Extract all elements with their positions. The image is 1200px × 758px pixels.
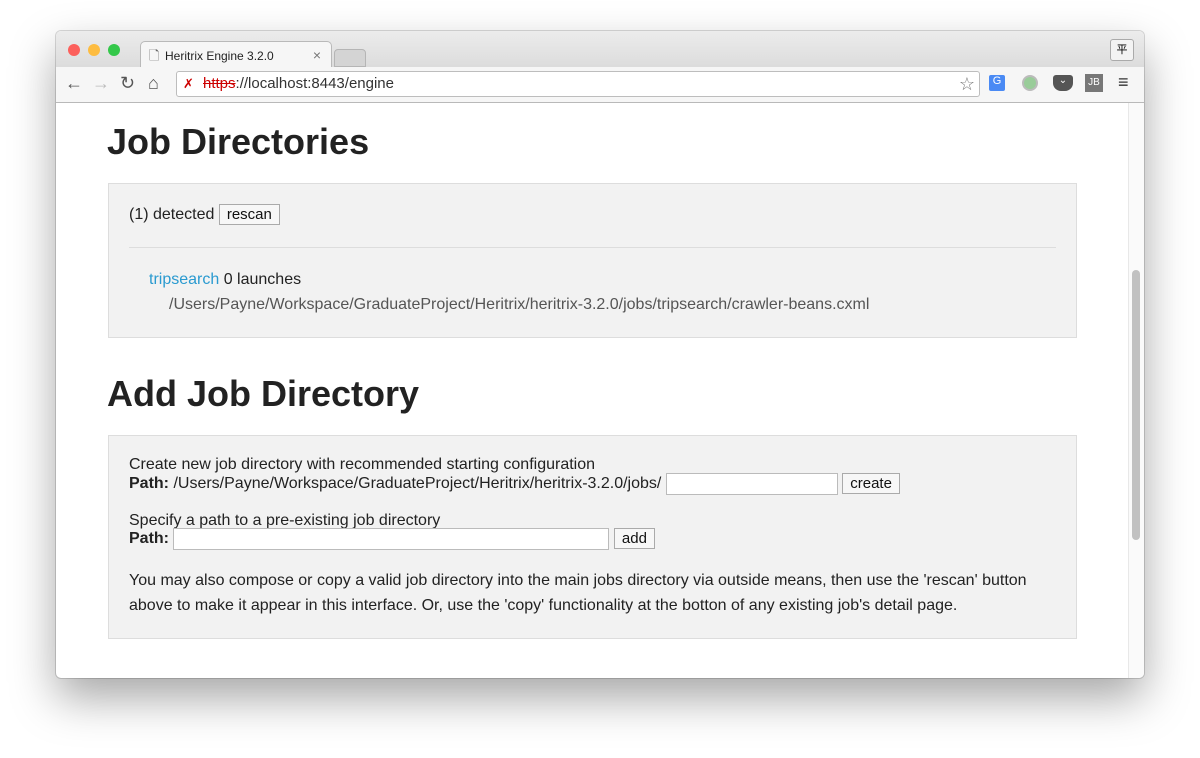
menu-icon[interactable]: ≡ — [1118, 72, 1129, 93]
existing-path-label: Path: — [129, 530, 169, 548]
input-method-button[interactable]: 平 — [1110, 39, 1134, 61]
add-job-directory-panel: Create new job directory with recommende… — [108, 435, 1077, 639]
page-content: Job Directories (1) detected rescan trip… — [56, 103, 1128, 678]
job-directories-panel: (1) detected rescan tripsearch 0 launche… — [108, 183, 1077, 338]
extension-circle-icon[interactable] — [1022, 75, 1038, 91]
help-note: You may also compose or copy a valid job… — [129, 572, 1027, 614]
browser-window: 🗋 Heritrix Engine 3.2.0 × 平 ← → ↻ ⌂ ✗ ht… — [56, 31, 1144, 678]
create-path-label: Path: — [129, 475, 169, 493]
browser-tab[interactable]: 🗋 Heritrix Engine 3.2.0 × — [140, 41, 332, 69]
bookmark-star-icon[interactable]: ☆ — [959, 72, 975, 96]
create-description: Create new job directory with recommende… — [129, 456, 596, 473]
job-launches: 0 launches — [223, 271, 302, 288]
page-icon: 🗋 — [149, 48, 160, 63]
add-job-directory-heading: Add Job Directory — [107, 373, 420, 414]
divider — [129, 247, 1056, 248]
jetbrains-icon[interactable]: JB — [1085, 74, 1103, 92]
close-window-button[interactable] — [68, 44, 80, 56]
new-job-name-input[interactable] — [665, 473, 838, 495]
detected-count: (1) detected — [129, 206, 215, 223]
vertical-scrollbar[interactable] — [1128, 103, 1144, 678]
reload-icon[interactable]: ↻ — [120, 73, 135, 94]
address-bar[interactable]: ✗ https://localhost:8443/engine ☆ — [176, 71, 980, 97]
close-tab-icon[interactable]: × — [313, 47, 321, 63]
scrollbar-thumb[interactable] — [1132, 270, 1140, 540]
tab-bar: 🗋 Heritrix Engine 3.2.0 × 平 — [56, 31, 1144, 69]
translate-icon[interactable]: G — [989, 75, 1005, 91]
pocket-icon[interactable]: ⌄ — [1053, 75, 1073, 91]
new-tab-button[interactable] — [334, 49, 366, 67]
job-directories-heading: Job Directories — [107, 121, 370, 162]
forward-icon[interactable]: → — [92, 73, 110, 94]
back-icon[interactable]: ← — [65, 73, 83, 94]
minimize-window-button[interactable] — [88, 44, 100, 56]
job-path: /Users/Payne/Workspace/GraduateProject/H… — [169, 296, 870, 313]
existing-path-input[interactable] — [173, 528, 610, 550]
url-text: ://localhost:8443/engine — [235, 75, 394, 92]
add-button[interactable]: add — [613, 528, 655, 550]
jobs-path-prefix: /Users/Payne/Workspace/GraduateProject/H… — [173, 475, 662, 493]
toolbar: ← → ↻ ⌂ ✗ https://localhost:8443/engine … — [56, 67, 1144, 103]
zoom-window-button[interactable] — [108, 44, 120, 56]
tab-title: Heritrix Engine 3.2.0 — [165, 49, 274, 63]
insecure-lock-icon: ✗ — [183, 76, 194, 91]
url-scheme: https — [203, 75, 236, 92]
create-button[interactable]: create — [842, 473, 900, 495]
home-icon[interactable]: ⌂ — [148, 73, 159, 94]
job-link[interactable]: tripsearch — [149, 271, 219, 288]
rescan-button[interactable]: rescan — [218, 204, 280, 225]
